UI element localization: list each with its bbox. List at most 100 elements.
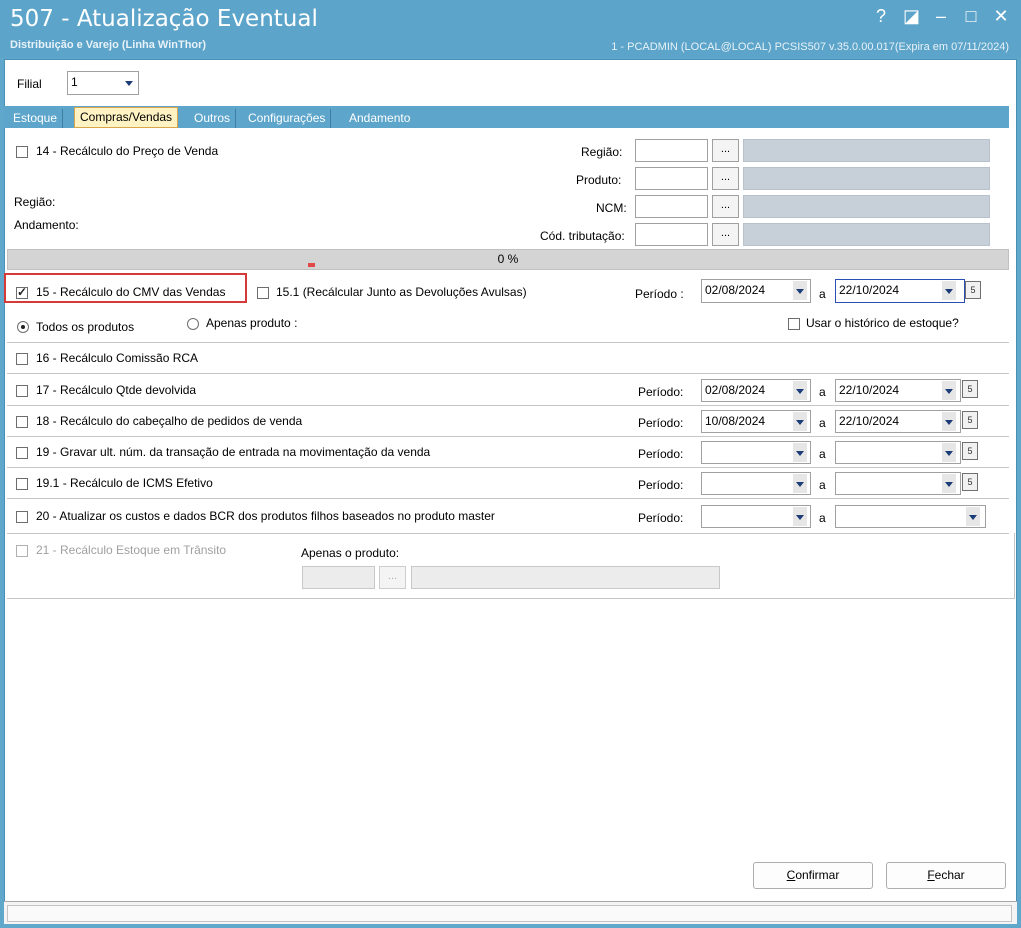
date-from-17-value: 02/08/2024	[705, 383, 766, 397]
apenas-produto-description	[411, 566, 720, 589]
periodo-19-label: Período:	[638, 447, 684, 461]
checkbox-19-1[interactable]	[16, 478, 28, 490]
maximize-icon[interactable]: □	[963, 6, 979, 27]
label-19: 19 - Gravar ult. núm. da transação de en…	[36, 445, 431, 459]
divider	[7, 436, 1009, 437]
a-19-label: a	[819, 447, 826, 461]
fechar-button[interactable]: Fechar	[886, 862, 1006, 889]
date-to-15-dropdown-icon[interactable]	[942, 281, 956, 300]
window-controls: ? ◪ – □ ✕	[873, 6, 1009, 27]
label-15-1: 15.1 (Recálcular Junto as Devoluções Avu…	[276, 285, 527, 299]
tab-bar: Estoque Compras/Vendas Outros Configuraç…	[4, 106, 1009, 128]
date-from-19-dropdown-icon[interactable]	[793, 443, 807, 462]
cod-tributacao-input[interactable]	[635, 223, 708, 246]
apenas-produto-label: Apenas o produto:	[301, 546, 400, 560]
produto-input[interactable]	[635, 167, 708, 190]
calendar-17-icon[interactable]: 5	[962, 380, 978, 398]
periodo-18-label: Período:	[638, 416, 684, 430]
date-from-17-dropdown-icon[interactable]	[793, 381, 807, 400]
app-window: 507 - Atualização Eventual Distribuição …	[0, 0, 1021, 928]
tab-andamento[interactable]: Andamento	[344, 109, 415, 128]
checkbox-15-1[interactable]	[257, 287, 269, 299]
date-to-17-dropdown-icon[interactable]	[942, 381, 956, 400]
ncm-lookup-button[interactable]: ...	[712, 195, 739, 218]
cod-tributacao-lookup-button[interactable]: ...	[712, 223, 739, 246]
calendar-15-icon[interactable]: 5	[965, 281, 981, 299]
date-from-18-dropdown-icon[interactable]	[793, 412, 807, 431]
tab-estoque[interactable]: Estoque	[8, 109, 64, 128]
date-to-15-value: 22/10/2024	[839, 283, 900, 297]
radio-todos-produtos[interactable]	[17, 321, 29, 333]
checkbox-15[interactable]	[16, 285, 28, 299]
date-from-20-dropdown-icon[interactable]	[793, 507, 807, 526]
date-to-20[interactable]	[835, 505, 986, 528]
date-to-17-value: 22/10/2024	[839, 383, 900, 397]
window-title: 507 - Atualização Eventual	[10, 6, 318, 32]
date-from-19-1-dropdown-icon[interactable]	[793, 474, 807, 493]
status-bar	[4, 901, 1017, 924]
label-16: 16 - Recálculo Comissão RCA	[36, 351, 199, 365]
date-from-18-value: 10/08/2024	[705, 414, 766, 428]
ncm-input[interactable]	[635, 195, 708, 218]
tab-compras-vendas[interactable]: Compras/Vendas	[74, 107, 179, 128]
regiao-left-label: Região:	[14, 195, 56, 209]
checkbox-18[interactable]	[16, 416, 28, 428]
progress-marker	[308, 263, 315, 267]
a-15-label: a	[819, 287, 826, 301]
tab-configuracoes[interactable]: Configurações	[243, 109, 332, 128]
regiao-input[interactable]	[635, 139, 708, 162]
periodo-15-label: Período :	[635, 287, 684, 301]
date-to-18-dropdown-icon[interactable]	[942, 412, 956, 431]
cod-tributacao-description	[743, 223, 990, 246]
restore-icon[interactable]: ◪	[903, 6, 920, 27]
andamento-left-label: Andamento:	[14, 218, 79, 232]
produto-lookup-button[interactable]: ...	[712, 167, 739, 190]
label-15: 15 - Recálculo do CMV das Vendas	[36, 285, 226, 299]
label-14: 14 - Recálculo do Preço de Venda	[36, 144, 219, 158]
calendar-19-icon[interactable]: 5	[962, 442, 978, 460]
checkbox-14[interactable]	[16, 146, 28, 158]
date-from-15-value: 02/08/2024	[705, 283, 766, 297]
date-to-20-dropdown-icon[interactable]	[966, 507, 980, 526]
label-20: 20 - Atualizar os custos e dados BCR dos…	[36, 509, 495, 523]
minimize-icon[interactable]: –	[933, 6, 949, 27]
filial-dropdown-arrow-icon[interactable]	[122, 73, 136, 92]
produto-label: Produto:	[576, 173, 622, 187]
ncm-label: NCM:	[596, 201, 627, 215]
title-bar: 507 - Atualização Eventual Distribuição …	[0, 0, 1021, 58]
checkbox-20[interactable]	[16, 511, 28, 523]
filial-label: Filial	[17, 77, 42, 91]
regiao-lookup-button[interactable]: ...	[712, 139, 739, 162]
filial-value: 1	[71, 75, 78, 89]
close-icon[interactable]: ✕	[993, 6, 1009, 27]
window-subtitle: Distribuição e Varejo (Linha WinThor)	[10, 39, 207, 51]
status-panel	[7, 905, 1012, 922]
calendar-18-icon[interactable]: 5	[962, 411, 978, 429]
confirmar-button[interactable]: Confirmar	[753, 862, 873, 889]
checkbox-17[interactable]	[16, 385, 28, 397]
a-20-label: a	[819, 511, 826, 525]
cod-tributacao-label: Cód. tributação:	[540, 229, 625, 243]
a-17-label: a	[819, 385, 826, 399]
date-to-19-1-dropdown-icon[interactable]	[942, 474, 956, 493]
fechar-label: echar	[934, 868, 965, 882]
checkbox-usar-historico[interactable]	[788, 318, 800, 330]
progress-bar: 0 %	[7, 249, 1009, 270]
tab-outros[interactable]: Outros	[189, 109, 237, 128]
calendar-19-1-icon[interactable]: 5	[962, 473, 978, 491]
label-17: 17 - Recálculo Qtde devolvida	[36, 383, 197, 397]
regiao-label: Região:	[581, 145, 623, 159]
confirmar-label: onfirmar	[795, 868, 840, 882]
produto-description	[743, 167, 990, 190]
radio-apenas-produto[interactable]	[187, 318, 199, 330]
ncm-description	[743, 195, 990, 218]
checkbox-19[interactable]	[16, 447, 28, 459]
date-to-18-value: 22/10/2024	[839, 414, 900, 428]
divider	[7, 373, 1009, 374]
date-to-19-dropdown-icon[interactable]	[942, 443, 956, 462]
periodo-17-label: Período:	[638, 385, 684, 399]
checkbox-16[interactable]	[16, 353, 28, 365]
help-icon[interactable]: ?	[873, 6, 889, 27]
label-18: 18 - Recálculo do cabeçalho de pedidos d…	[36, 414, 303, 428]
date-from-15-dropdown-icon[interactable]	[793, 281, 807, 300]
